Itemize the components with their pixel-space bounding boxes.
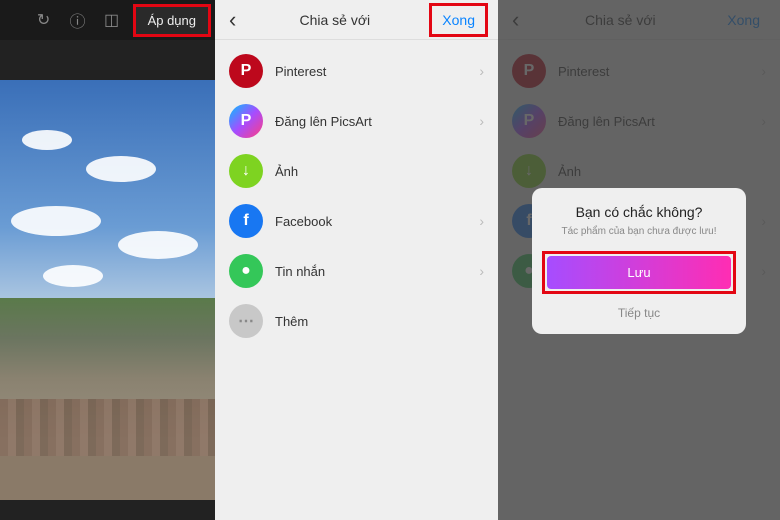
share-item-label: Pinterest [275, 64, 467, 79]
share-list: P Pinterest › P Đăng lên PicsArt › ↓ Ảnh… [215, 40, 498, 346]
share-panel: ‹ Chia sẻ với Xong P Pinterest › P Đăng … [215, 0, 498, 520]
share-item-pinterest[interactable]: P Pinterest › [215, 46, 498, 96]
edited-photo [0, 80, 215, 500]
share-item-photos[interactable]: ↓ Ảnh [215, 146, 498, 196]
chevron-right-icon: › [479, 63, 484, 79]
chevron-right-icon: › [479, 213, 484, 229]
share-item-label: Facebook [275, 214, 467, 229]
share-title: Chia sẻ với [240, 12, 429, 28]
save-button[interactable]: Lưu [547, 256, 731, 289]
messages-icon: ● [229, 254, 263, 288]
share-panel-dimmed: ‹ Chia sẻ với Xong P Pinterest › P Đăng … [498, 0, 780, 520]
share-item-label: Tin nhắn [275, 264, 467, 279]
share-item-label: Ảnh [275, 164, 484, 179]
more-icon: ⋯ [229, 304, 263, 338]
dialog-title: Bạn có chắc không? [542, 204, 736, 220]
share-item-facebook[interactable]: f Facebook › [215, 196, 498, 246]
back-icon[interactable]: ‹ [225, 7, 240, 33]
info-icon[interactable]: ⓘ [65, 7, 91, 33]
photos-icon: ↓ [229, 154, 263, 188]
chevron-right-icon: › [479, 113, 484, 129]
done-button[interactable]: Xong [429, 3, 488, 37]
share-item-more[interactable]: ⋯ Thêm [215, 296, 498, 346]
editor-panel: ↻ ⓘ ◫ Áp dụng [0, 0, 215, 520]
redo-icon[interactable]: ↻ [31, 7, 57, 33]
confirm-dialog: Bạn có chắc không? Tác phẩm của bạn chưa… [532, 188, 746, 334]
pinterest-icon: P [229, 54, 263, 88]
facebook-icon: f [229, 204, 263, 238]
share-item-label: Đăng lên PicsArt [275, 114, 467, 129]
continue-button[interactable]: Tiếp tục [542, 306, 736, 320]
dialog-subtitle: Tác phẩm của bạn chưa được lưu! [542, 226, 736, 237]
editor-toolbar: ↻ ⓘ ◫ Áp dụng [0, 0, 215, 40]
share-item-messages[interactable]: ● Tin nhắn › [215, 246, 498, 296]
chevron-right-icon: › [479, 263, 484, 279]
save-button-highlight: Lưu [542, 251, 736, 294]
share-item-picsart[interactable]: P Đăng lên PicsArt › [215, 96, 498, 146]
apply-button[interactable]: Áp dụng [133, 4, 211, 37]
picsart-icon: P [229, 104, 263, 138]
compare-icon[interactable]: ◫ [99, 7, 125, 33]
share-item-label: Thêm [275, 314, 484, 329]
share-header: ‹ Chia sẻ với Xong [215, 0, 498, 40]
